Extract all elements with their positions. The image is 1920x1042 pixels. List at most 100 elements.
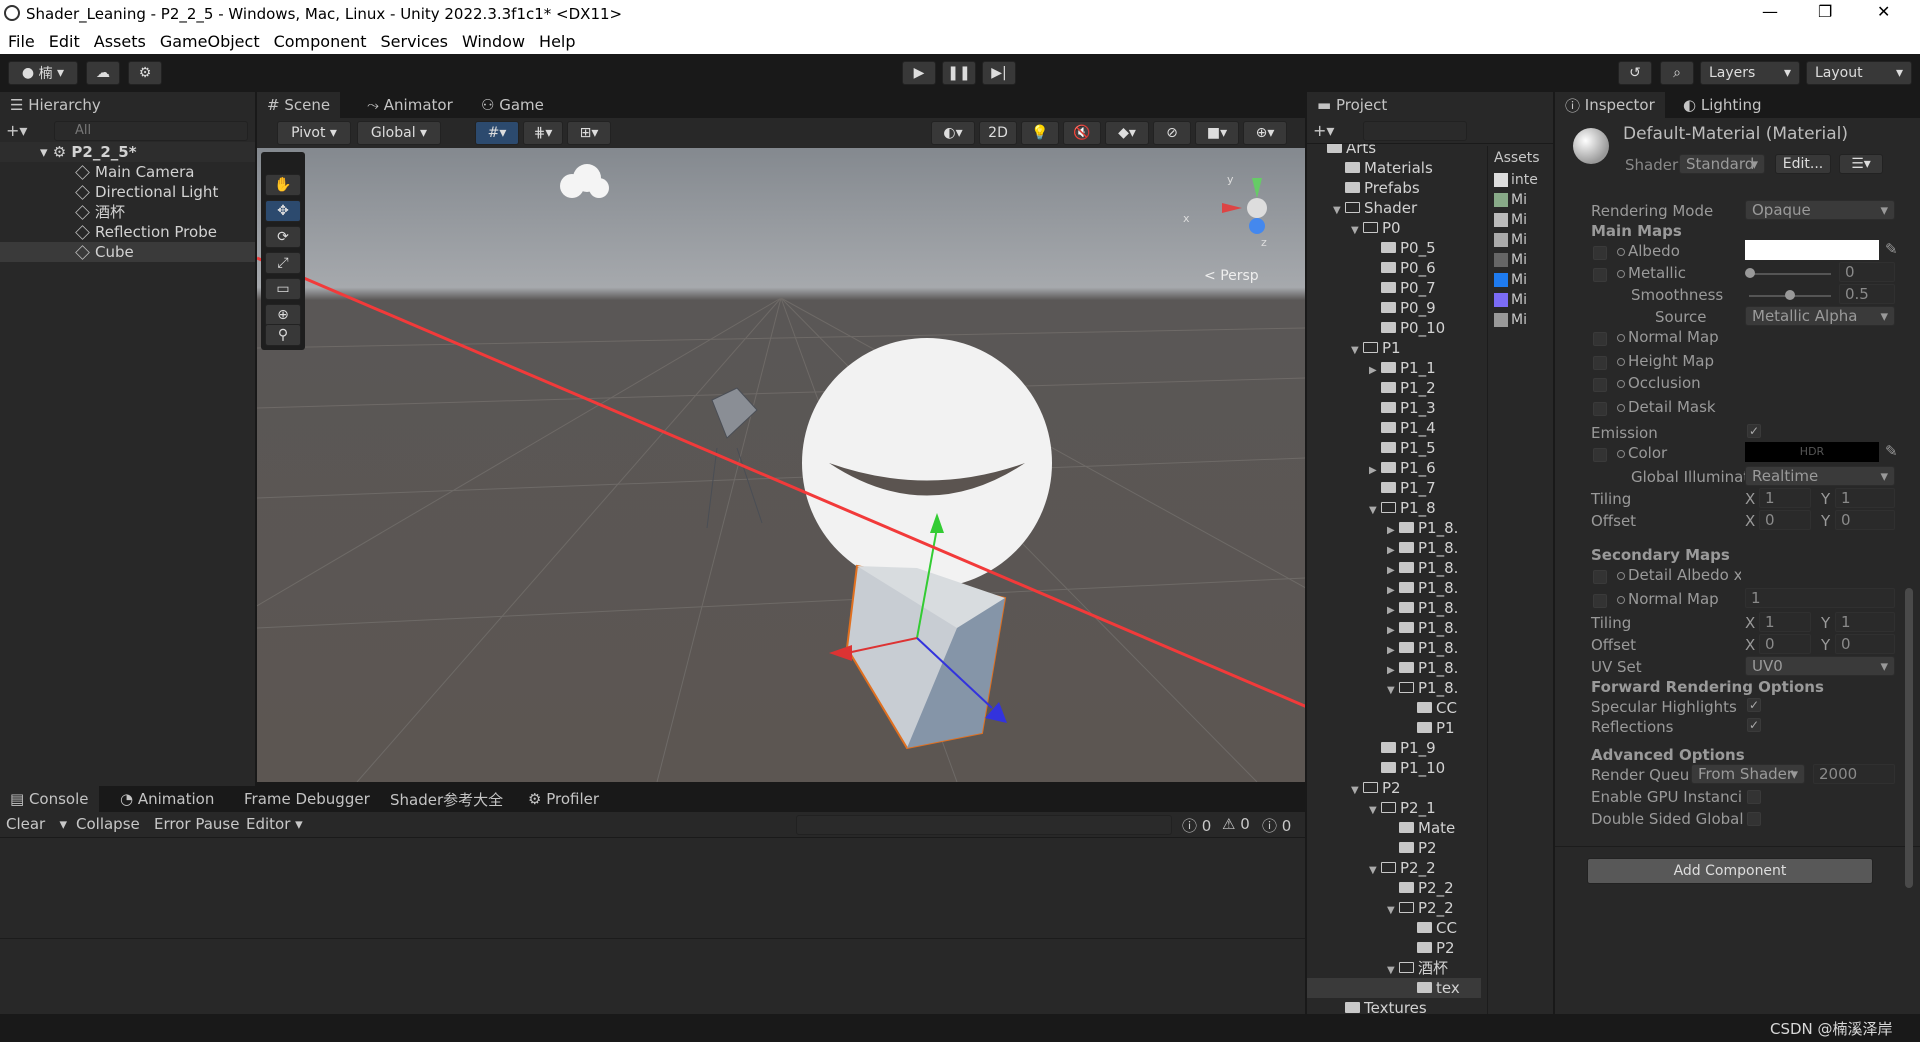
- tab-lighting[interactable]: ◐ Lighting: [1673, 92, 1772, 118]
- project-tree-item[interactable]: tex: [1307, 978, 1481, 998]
- menu-help[interactable]: Help: [539, 32, 575, 51]
- project-tree-item[interactable]: ▶ P1_8.: [1387, 578, 1481, 598]
- grid-visibility-icon[interactable]: ⊞▾: [567, 121, 611, 145]
- error-count[interactable]: ⓘ 0: [1262, 815, 1291, 836]
- project-tree-item[interactable]: P1_5: [1369, 438, 1481, 458]
- project-tree-item[interactable]: P2: [1405, 938, 1481, 958]
- project-tree-item[interactable]: ▼ P2_1: [1369, 798, 1481, 818]
- tiling2-x-input[interactable]: 1: [1759, 612, 1811, 632]
- project-tree-item[interactable]: Materials: [1333, 158, 1481, 178]
- offset2-y-input[interactable]: 0: [1835, 634, 1895, 654]
- layout-dropdown[interactable]: Layout ▾: [1806, 61, 1912, 85]
- lighting-toggle-icon[interactable]: 💡: [1021, 121, 1059, 145]
- asset-item[interactable]: Mi: [1494, 252, 1527, 268]
- tab-animator[interactable]: ⤳ Animator: [357, 92, 463, 118]
- custom-tool-icon[interactable]: ⚲: [265, 324, 301, 346]
- project-tree-item[interactable]: Mate: [1387, 818, 1481, 838]
- eyedropper-icon[interactable]: ✎: [1885, 442, 1898, 460]
- collapse-button[interactable]: Collapse: [76, 815, 140, 833]
- layers-dropdown[interactable]: Layers ▾: [1700, 61, 1800, 85]
- tab-animation[interactable]: ◔ Animation: [110, 786, 224, 812]
- editor-dropdown[interactable]: Editor ▾: [246, 815, 303, 833]
- gpu-instancing-checkbox[interactable]: [1747, 790, 1761, 804]
- 2d-toggle[interactable]: 2D: [979, 121, 1017, 145]
- project-tree-item[interactable]: ▶ P1_8.: [1387, 518, 1481, 538]
- rotate-tool-icon[interactable]: ⟳: [265, 226, 301, 248]
- global-illumination-dropdown[interactable]: Realtime: [1745, 466, 1895, 486]
- tab-scene[interactable]: # Scene: [257, 92, 341, 118]
- reflections-checkbox[interactable]: ✓: [1747, 718, 1761, 732]
- project-tree-item[interactable]: P1_3: [1369, 398, 1481, 418]
- warning-count[interactable]: ⚠ 0: [1222, 815, 1250, 833]
- chevron-down-icon[interactable]: ▼: [1351, 781, 1363, 801]
- chevron-down-icon[interactable]: ▼: [1369, 501, 1381, 521]
- play-button[interactable]: ▶: [902, 61, 936, 85]
- metallic-texture-slot[interactable]: [1593, 268, 1607, 282]
- project-tree-item[interactable]: P1: [1405, 718, 1481, 738]
- effects-toggle-icon[interactable]: ◆▾: [1105, 121, 1149, 145]
- asset-item[interactable]: Mi: [1494, 192, 1527, 208]
- albedo-texture-slot[interactable]: [1593, 246, 1607, 260]
- tiling-y-input[interactable]: 1: [1835, 488, 1895, 508]
- project-tree-item[interactable]: Textures: [1333, 998, 1481, 1014]
- secondary-normal-map-slot[interactable]: [1593, 594, 1607, 608]
- pause-button[interactable]: ❚❚: [942, 61, 976, 85]
- project-tree-item[interactable]: P0_7: [1369, 278, 1481, 298]
- shading-mode-icon[interactable]: ◐▾: [931, 121, 975, 145]
- project-tree-item[interactable]: ▼ P1_8.: [1387, 678, 1481, 698]
- audio-toggle-icon[interactable]: 🔇: [1063, 121, 1101, 145]
- pivot-dropdown[interactable]: Pivot ▾: [277, 121, 351, 145]
- project-tree-item[interactable]: P1_7: [1369, 478, 1481, 498]
- hierarchy-item-directional-light[interactable]: Directional Light: [75, 182, 218, 202]
- hierarchy-item-reflection-probe[interactable]: Reflection Probe: [75, 222, 217, 242]
- gizmos-toggle-icon[interactable]: ⊕▾: [1243, 121, 1287, 145]
- transform-tool-icon[interactable]: ⊕: [265, 304, 301, 326]
- secondary-normal-scale-input[interactable]: 1: [1745, 588, 1895, 608]
- normal-map-slot[interactable]: [1593, 332, 1607, 346]
- smoothness-slider-handle[interactable]: [1785, 290, 1795, 300]
- project-search-input[interactable]: [1363, 121, 1467, 141]
- hidden-objects-icon[interactable]: ⊘: [1153, 121, 1191, 145]
- project-tree-item[interactable]: P2: [1387, 838, 1481, 858]
- metallic-value[interactable]: 0: [1839, 262, 1895, 282]
- menu-gameobject[interactable]: GameObject: [160, 32, 260, 51]
- tab-frame-debugger[interactable]: Frame Debugger: [234, 786, 380, 812]
- chevron-down-icon[interactable]: ▼: [1369, 801, 1381, 821]
- menu-assets[interactable]: Assets: [94, 32, 146, 51]
- minimize-button[interactable]: —: [1762, 2, 1778, 21]
- project-tree-item[interactable]: P0_5: [1369, 238, 1481, 258]
- project-tree-item[interactable]: ▼ P2_2: [1387, 898, 1481, 918]
- history-icon[interactable]: ↺: [1618, 61, 1652, 85]
- project-tree-item[interactable]: P0_9: [1369, 298, 1481, 318]
- incremental-snap-icon[interactable]: ⋕▾: [523, 121, 563, 145]
- project-tree-item[interactable]: CC: [1405, 698, 1481, 718]
- hierarchy-search-input[interactable]: All: [54, 121, 248, 141]
- project-tree-item[interactable]: P0_6: [1369, 258, 1481, 278]
- create-icon[interactable]: +▾: [1313, 121, 1334, 140]
- shader-dropdown[interactable]: Standard: [1679, 154, 1765, 174]
- specular-highlights-checkbox[interactable]: ✓: [1747, 698, 1761, 712]
- cloud-icon[interactable]: ☁: [86, 61, 120, 85]
- menu-window[interactable]: Window: [462, 32, 525, 51]
- occlusion-slot[interactable]: [1593, 378, 1607, 392]
- detail-albedo-slot[interactable]: [1593, 570, 1607, 584]
- hierarchy-item-cup[interactable]: 酒杯: [75, 202, 125, 222]
- height-map-slot[interactable]: [1593, 356, 1607, 370]
- metallic-slider-handle[interactable]: [1745, 268, 1755, 278]
- scene-viewport[interactable]: y x z < Persp ✋ ✥ ⟳ ⤢ ▭ ⊕ ⚲: [257, 148, 1305, 782]
- project-tree-item[interactable]: P0_10: [1369, 318, 1481, 338]
- tiling-x-input[interactable]: 1: [1759, 488, 1811, 508]
- project-tree-item[interactable]: P2_2: [1387, 878, 1481, 898]
- menu-component[interactable]: Component: [274, 32, 367, 51]
- hand-tool-icon[interactable]: ✋: [265, 174, 301, 196]
- tab-console[interactable]: ▤ Console: [0, 786, 99, 812]
- maximize-button[interactable]: ❐: [1818, 2, 1832, 21]
- project-tree-item[interactable]: ▼ P0: [1351, 218, 1481, 238]
- smoothness-value[interactable]: 0.5: [1839, 284, 1895, 304]
- inspector-scrollbar[interactable]: [1905, 588, 1913, 888]
- asset-item[interactable]: Mi: [1494, 292, 1527, 308]
- hierarchy-item-cube[interactable]: Cube: [0, 242, 255, 262]
- chevron-down-icon[interactable]: ▼: [1351, 341, 1363, 361]
- hierarchy-item-main-camera[interactable]: Main Camera: [75, 162, 194, 182]
- project-tree-item[interactable]: ▼ P2_2: [1369, 858, 1481, 878]
